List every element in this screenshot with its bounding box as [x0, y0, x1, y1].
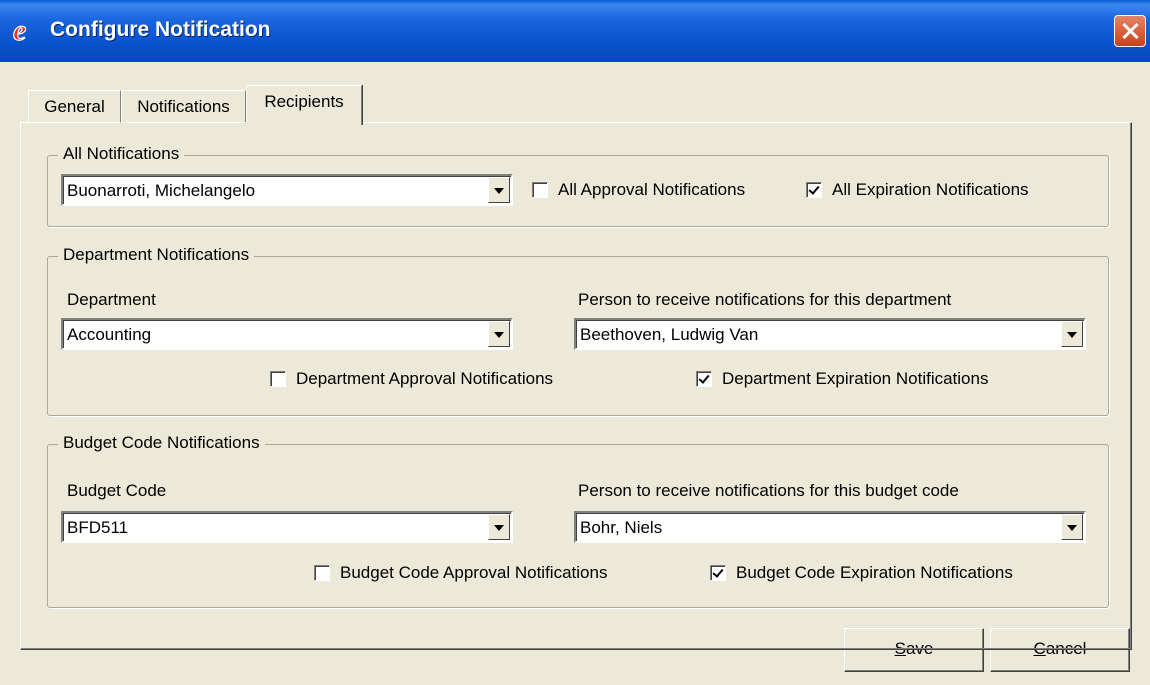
department-person-label: Person to receive notifications for this… — [578, 290, 952, 309]
combo-value: Buonarroti, Michelangelo — [67, 181, 256, 200]
all-notifications-legend: All Notifications — [58, 144, 185, 164]
budget-code-notifications-legend: Budget Code Notifications — [58, 433, 265, 453]
title-bar[interactable]: e Configure Notification — [0, 0, 1150, 62]
budget-code-expiration-label: Budget Code Expiration Notifications — [736, 563, 1013, 582]
configure-notification-dialog: e Configure Notification General Notific… — [0, 0, 1150, 685]
chevron-down-icon[interactable] — [488, 177, 510, 203]
budget-code-approval-label: Budget Code Approval Notifications — [340, 563, 608, 582]
all-expiration-label: All Expiration Notifications — [832, 180, 1029, 199]
department-person-combo[interactable]: Beethoven, Ludwig Van — [574, 318, 1086, 350]
tab-notifications[interactable]: Notifications — [121, 90, 246, 124]
tab-general[interactable]: General — [28, 90, 121, 124]
combo-value: Beethoven, Ludwig Van — [580, 325, 759, 344]
tab-recipients[interactable]: Recipients — [246, 85, 362, 125]
recipients-panel: All Notifications Buonarroti, Michelange… — [20, 122, 1132, 650]
tab-general-label: General — [44, 97, 105, 116]
checkbox-box[interactable] — [696, 371, 712, 387]
budget-code-combo[interactable]: BFD511 — [61, 511, 513, 543]
all-notifications-group: All Notifications Buonarroti, Michelange… — [47, 144, 1109, 227]
chevron-down-icon[interactable] — [488, 514, 510, 540]
checkbox-box[interactable] — [314, 565, 330, 581]
checkbox-box[interactable] — [270, 371, 286, 387]
combo-value: Accounting — [67, 325, 152, 344]
close-button[interactable] — [1114, 15, 1146, 47]
department-approval-label: Department Approval Notifications — [296, 369, 554, 388]
department-expiration-label: Department Expiration Notifications — [722, 369, 989, 388]
checkbox-box[interactable] — [806, 182, 822, 198]
combo-value: BFD511 — [67, 518, 129, 537]
window-title: Configure Notification — [50, 18, 271, 41]
all-notifications-recipient-combo[interactable]: Buonarroti, Michelangelo — [61, 174, 513, 206]
checkbox-box[interactable] — [532, 182, 548, 198]
all-approval-label: All Approval Notifications — [558, 180, 746, 199]
budget-code-person-label: Person to receive notifications for this… — [578, 481, 959, 500]
budget-code-notifications-group: Budget Code Notifications Budget Code BF… — [47, 433, 1109, 608]
tab-recipients-label: Recipients — [264, 92, 344, 111]
chevron-down-icon[interactable] — [488, 321, 510, 347]
app-e-icon: e — [12, 16, 27, 44]
budget-code-person-combo[interactable]: Bohr, Niels — [574, 511, 1086, 543]
department-notifications-legend: Department Notifications — [58, 245, 255, 265]
department-label: Department — [67, 290, 156, 309]
svg-text:e: e — [13, 16, 26, 44]
budget-code-label: Budget Code — [67, 481, 167, 500]
combo-value: Bohr, Niels — [580, 518, 663, 537]
department-notifications-group: Department Notifications Department Acco… — [47, 245, 1109, 416]
checkbox-box[interactable] — [710, 565, 726, 581]
chevron-down-icon[interactable] — [1061, 514, 1083, 540]
department-combo[interactable]: Accounting — [61, 318, 513, 350]
chevron-down-icon[interactable] — [1061, 321, 1083, 347]
tab-notifications-label: Notifications — [137, 97, 230, 116]
